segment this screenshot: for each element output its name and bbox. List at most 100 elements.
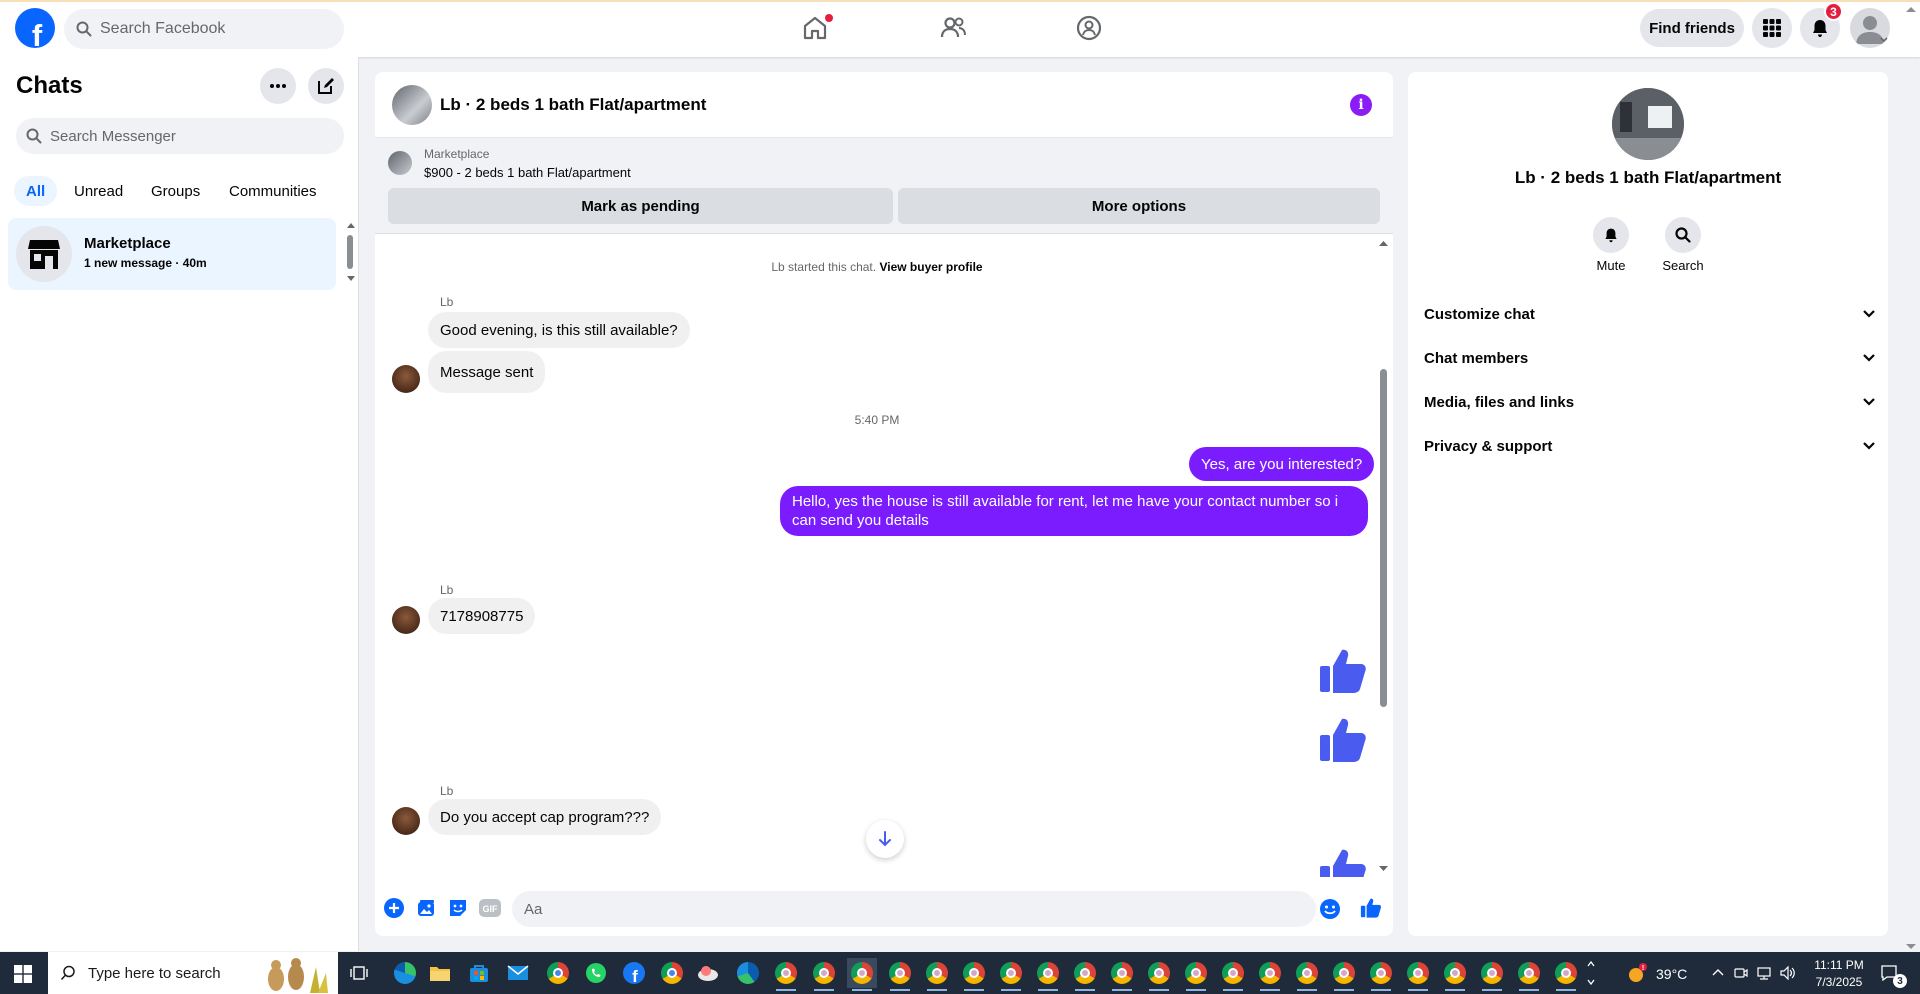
chrome-window-6[interactable] [996,958,1026,991]
chrome-window-13[interactable] [1255,958,1285,991]
chrome-window-4[interactable] [922,958,952,991]
account-chevron-down-icon[interactable] [1879,36,1889,44]
listing-title[interactable]: $900 - 2 beds 1 bath Flat/apartment [424,165,631,180]
mark-as-pending-button[interactable]: Mark as pending [388,188,893,224]
chrome-window-16[interactable] [1366,958,1396,991]
emoji-icon[interactable] [1319,898,1341,920]
more-options-button[interactable]: More options [898,188,1380,224]
mute-button[interactable] [1593,217,1629,253]
store-button[interactable] [464,958,494,988]
facebook-taskbar-button[interactable]: f [619,958,649,988]
chrome-window-17[interactable] [1403,958,1433,991]
weather-temperature[interactable]: 39°C [1656,966,1687,982]
chrome-window-20[interactable] [1514,958,1544,991]
facebook-search-input[interactable]: Search Facebook [64,9,344,49]
incoming-message[interactable]: Do you accept cap program??? [428,799,662,835]
chrome-taskbar-button[interactable] [543,958,573,988]
chat-scroll-up-icon[interactable] [1379,240,1388,246]
plus-circle-icon[interactable] [384,898,404,918]
chrome-window-8[interactable] [1070,958,1100,991]
chrome-window-18[interactable] [1440,958,1470,991]
photo-icon[interactable] [416,898,436,918]
chrome-window-12[interactable] [1218,958,1248,991]
network-icon[interactable] [1756,966,1772,980]
facebook-logo-icon[interactable]: f [15,8,55,48]
clock-time[interactable]: 11:11 PM [1804,958,1874,972]
windows-start-icon[interactable] [14,965,32,983]
message-input[interactable]: Aa [512,891,1316,927]
chat-members-section[interactable]: Chat members [1424,336,1876,380]
privacy-support-section[interactable]: Privacy & support [1424,424,1876,468]
task-view-button[interactable] [344,958,374,988]
chrome-window-14[interactable] [1292,958,1322,991]
customize-chat-section[interactable]: Customize chat [1424,292,1876,336]
chrome-window-11[interactable] [1181,958,1211,991]
clock-date[interactable]: 7/3/2025 [1804,975,1874,989]
home-nav-button[interactable] [797,10,833,46]
taskbar-overflow-icon[interactable] [1587,958,1595,988]
message-sent-bubble[interactable]: Message sent [428,351,546,393]
sender-avatar[interactable] [392,606,420,634]
scroll-to-bottom-button[interactable] [866,820,904,858]
edge-dev-button[interactable] [733,958,763,988]
sticker-icon[interactable] [448,898,468,918]
filter-groups[interactable]: Groups [139,176,212,206]
messenger-search-input[interactable]: Search Messenger [16,118,344,154]
chat-avatar[interactable] [392,85,432,125]
filter-communities[interactable]: Communities [217,176,329,206]
mail-button[interactable] [503,958,533,988]
chat-scrollbar[interactable] [1380,369,1387,707]
chrome-window-1[interactable] [771,958,801,991]
outgoing-message[interactable]: Hello, yes the house is still available … [780,486,1368,536]
sender-avatar[interactable] [392,365,420,393]
incoming-message[interactable]: 7178908775 [428,598,536,634]
page-scroll-up-icon[interactable] [1906,6,1916,12]
chrome-window-19[interactable] [1477,958,1507,991]
gif-icon[interactable]: GIF [479,898,501,918]
info-icon[interactable]: i [1350,94,1372,116]
chrome-profile-button[interactable] [657,958,687,988]
chrome-window-5[interactable] [959,958,989,991]
thumbs-up-icon[interactable] [1318,646,1368,696]
chat-title[interactable]: Lb · 2 beds 1 bath Flat/apartment [440,95,706,115]
chrome-window-7[interactable] [1033,958,1063,991]
partial-thumbs-up[interactable] [1318,846,1368,877]
friends-nav-button[interactable] [935,10,971,46]
edge-taskbar-button[interactable] [390,958,420,988]
thumbs-up-icon[interactable] [1318,715,1368,765]
sidebar-scrollbar[interactable] [347,235,353,269]
view-buyer-profile-link[interactable]: View buyer profile [879,260,982,274]
search-in-chat-button[interactable] [1665,217,1701,253]
incoming-message[interactable]: Good evening, is this still available? [428,312,690,348]
chrome-window-15[interactable] [1329,958,1359,991]
whatsapp-button[interactable] [581,958,611,988]
chat-scroll-down-icon[interactable] [1379,866,1388,872]
media-files-links-section[interactable]: Media, files and links [1424,380,1876,424]
page-scroll-down-icon[interactable] [1906,944,1916,950]
sidebar-scroll-down-icon[interactable] [347,276,355,282]
volume-icon[interactable] [1780,966,1796,980]
outgoing-message[interactable]: Yes, are you interested? [1189,447,1375,481]
chrome-window-21[interactable] [1551,958,1581,991]
chat-options-button[interactable] [260,68,296,104]
like-send-icon[interactable] [1360,897,1382,919]
chrome-window-3[interactable] [885,958,915,991]
find-friends-button[interactable]: Find friends [1640,9,1744,47]
chrome-window-2[interactable] [809,958,839,991]
filter-unread[interactable]: Unread [62,176,135,206]
chrome-window-10[interactable] [1144,958,1174,991]
chrome-window-9[interactable] [1107,958,1137,991]
chrome-window-active[interactable] [847,958,877,991]
sidebar-scroll-up-icon[interactable] [347,222,355,228]
meet-now-icon[interactable] [1734,966,1748,980]
cloud-app-button[interactable] [693,958,723,988]
file-explorer-button[interactable] [425,958,455,988]
details-avatar[interactable] [1612,88,1684,160]
groups-nav-button[interactable] [1071,10,1107,46]
tray-chevron-up-icon[interactable] [1712,968,1724,976]
sender-avatar[interactable] [392,807,420,835]
new-message-button[interactable] [308,68,344,104]
menu-button[interactable] [1752,8,1792,48]
weather-sun-icon[interactable]: ! [1626,963,1648,983]
filter-all[interactable]: All [14,176,58,206]
